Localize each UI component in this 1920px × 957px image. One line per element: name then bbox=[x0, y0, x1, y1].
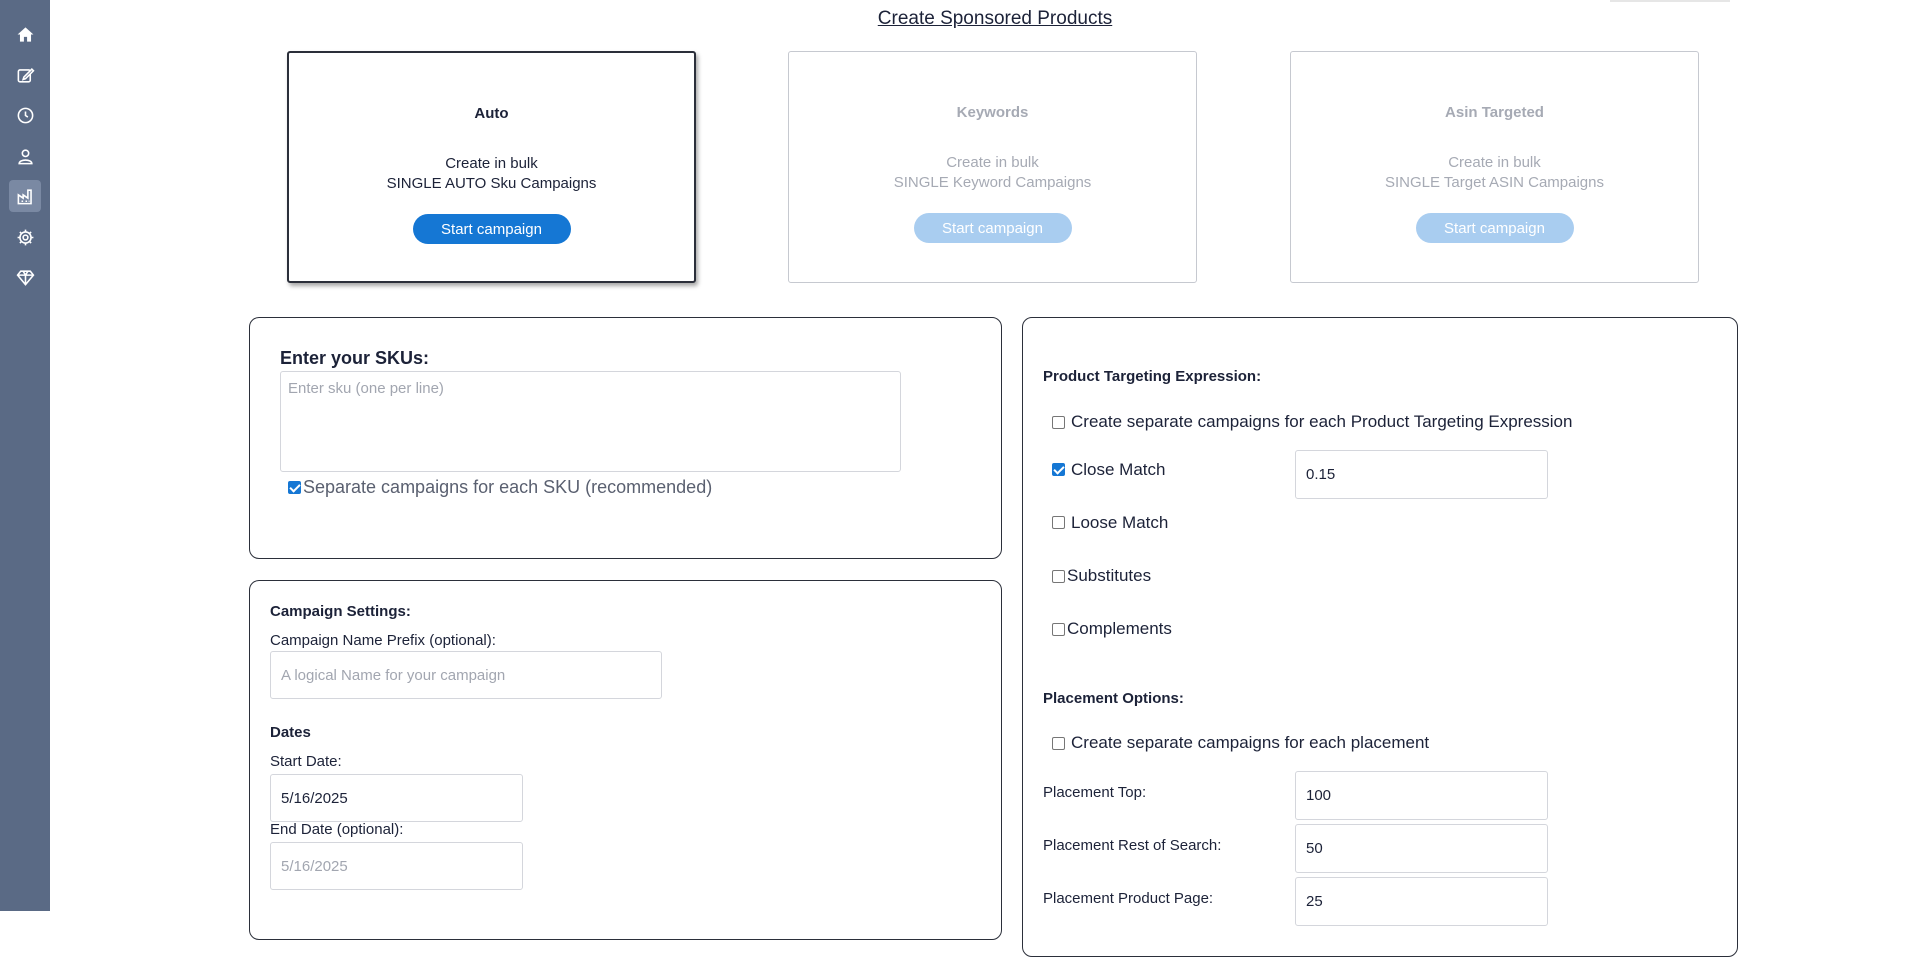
sku-heading: Enter your SKUs: bbox=[280, 348, 430, 368]
factory-icon[interactable] bbox=[9, 180, 41, 212]
separate-sku-checkbox[interactable] bbox=[288, 481, 301, 494]
clock-icon[interactable] bbox=[9, 99, 41, 131]
sidebar bbox=[0, 0, 50, 911]
targeting-heading: Product Targeting Expression: bbox=[1043, 368, 1262, 385]
complements-checkbox[interactable] bbox=[1052, 623, 1065, 636]
card-description: SINGLE Target ASIN Campaigns bbox=[1385, 174, 1604, 191]
separate-sku-label: Separate campaigns for each SKU (recomme… bbox=[303, 477, 713, 497]
start-date-label: Start Date: bbox=[270, 753, 342, 770]
targeting-panel: Product Targeting Expression: Create sep… bbox=[1022, 317, 1738, 957]
diamond-icon[interactable] bbox=[9, 261, 41, 293]
loose-match-checkbox[interactable] bbox=[1052, 516, 1065, 529]
close-match-bid-input[interactable]: 0.15 bbox=[1295, 450, 1548, 499]
loose-match-label: Loose Match bbox=[1071, 513, 1169, 532]
sku-panel: Enter your SKUs: Enter sku (one per line… bbox=[249, 317, 1002, 559]
separate-targeting-checkbox[interactable] bbox=[1052, 416, 1065, 429]
complements-label: Complements bbox=[1067, 619, 1172, 638]
user-icon[interactable] bbox=[9, 140, 41, 172]
card-description: SINGLE Keyword Campaigns bbox=[893, 174, 1092, 191]
placement-product-input[interactable]: 25 bbox=[1295, 877, 1548, 926]
card-description: Create in bulk bbox=[445, 155, 538, 172]
header-stub bbox=[1610, 0, 1730, 2]
gear-icon[interactable] bbox=[9, 221, 41, 253]
card-title: Auto bbox=[474, 105, 509, 122]
card-keywords[interactable]: Keywords Create in bulk SINGLE Keyword C… bbox=[788, 51, 1197, 283]
placement-rest-input[interactable]: 50 bbox=[1295, 824, 1548, 873]
card-auto[interactable]: Auto Create in bulk SINGLE AUTO Sku Camp… bbox=[287, 51, 696, 283]
page-title: Create Sponsored Products bbox=[877, 8, 1113, 29]
placement-product-label: Placement Product Page: bbox=[1043, 890, 1214, 907]
end-date-label: End Date (optional): bbox=[270, 821, 404, 838]
substitutes-label: Substitutes bbox=[1067, 566, 1152, 585]
start-campaign-button[interactable]: Start campaign bbox=[1415, 213, 1574, 243]
campaign-settings-heading: Campaign Settings: bbox=[270, 603, 411, 620]
start-date-input[interactable]: 5/16/2025 bbox=[270, 774, 523, 822]
start-campaign-button[interactable]: Start campaign bbox=[913, 213, 1072, 243]
card-description: Create in bulk bbox=[1448, 154, 1541, 171]
edit-icon[interactable] bbox=[9, 59, 41, 91]
name-prefix-label: Campaign Name Prefix (optional): bbox=[270, 632, 496, 649]
placement-top-label: Placement Top: bbox=[1043, 784, 1147, 801]
card-title: Keywords bbox=[956, 104, 1029, 121]
sku-textarea[interactable]: Enter sku (one per line) bbox=[280, 371, 901, 472]
name-prefix-input[interactable]: A logical Name for your campaign bbox=[270, 651, 662, 699]
start-campaign-button[interactable]: Start campaign bbox=[412, 214, 571, 244]
card-description: SINGLE AUTO Sku Campaigns bbox=[386, 175, 597, 192]
dates-heading: Dates bbox=[270, 724, 311, 741]
end-date-input[interactable]: 5/16/2025 bbox=[270, 842, 523, 890]
substitutes-checkbox[interactable] bbox=[1052, 570, 1065, 583]
card-description: Create in bulk bbox=[946, 154, 1039, 171]
separate-placement-checkbox[interactable] bbox=[1052, 737, 1065, 750]
close-match-checkbox[interactable] bbox=[1052, 463, 1065, 476]
card-asin-targeted[interactable]: Asin Targeted Create in bulk SINGLE Targ… bbox=[1290, 51, 1699, 283]
placement-heading: Placement Options: bbox=[1043, 690, 1184, 707]
separate-targeting-label: Create separate campaigns for each Produ… bbox=[1071, 412, 1573, 431]
separate-placement-label: Create separate campaigns for each place… bbox=[1071, 733, 1430, 752]
placement-rest-label: Placement Rest of Search: bbox=[1043, 837, 1222, 854]
card-title: Asin Targeted bbox=[1445, 104, 1544, 121]
placement-top-input[interactable]: 100 bbox=[1295, 771, 1548, 820]
campaign-settings-panel: Campaign Settings: Campaign Name Prefix … bbox=[249, 580, 1002, 940]
close-match-label: Close Match bbox=[1071, 460, 1166, 479]
